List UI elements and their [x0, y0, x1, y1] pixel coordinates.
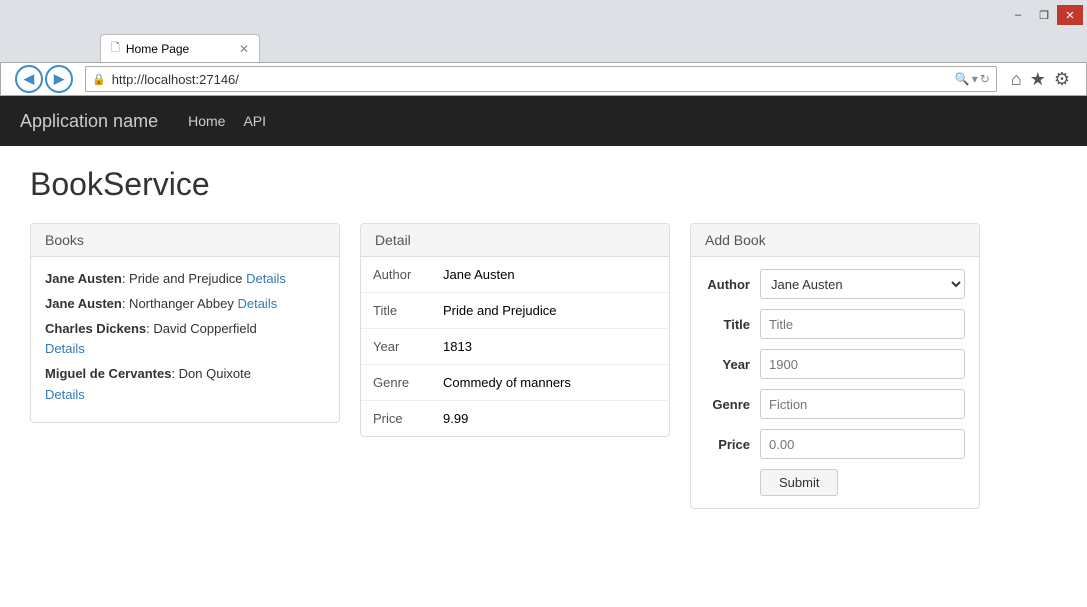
nav-buttons: ◀ ▶ — [9, 65, 79, 93]
book-details-link[interactable]: Details — [45, 387, 85, 402]
list-item: Jane Austen: Pride and Prejudice Details — [45, 269, 325, 290]
search-arrow-icon: ▾ — [972, 72, 978, 86]
book-author: Charles Dickens — [45, 321, 146, 336]
nav-api-link[interactable]: API — [243, 113, 266, 129]
year-row: Year — [705, 349, 965, 379]
url-box[interactable]: 🔒 http://localhost:27146/ 🔍 ▾ ↻ — [85, 66, 997, 92]
detail-value: Jane Austen — [431, 257, 669, 293]
detail-value: 9.99 — [431, 401, 669, 437]
minimize-button[interactable]: – — [1005, 5, 1031, 25]
url-text: http://localhost:27146/ — [112, 72, 949, 87]
close-button[interactable]: ✕ — [1057, 5, 1083, 25]
detail-label: Author — [361, 257, 431, 293]
detail-label: Title — [361, 293, 431, 329]
books-panel-body: Jane Austen: Pride and Prejudice Details… — [31, 257, 339, 422]
book-author: Miguel de Cervantes — [45, 366, 171, 381]
list-item: Miguel de Cervantes: Don Quixote Details — [45, 364, 325, 406]
detail-value: Commedy of manners — [431, 365, 669, 401]
detail-panel-header: Detail — [361, 224, 669, 257]
page-title: BookService — [30, 166, 1057, 203]
genre-row: Genre — [705, 389, 965, 419]
author-row: Author Jane Austen Charles Dickens Migue… — [705, 269, 965, 299]
genre-label: Genre — [705, 397, 760, 412]
book-author: Jane Austen — [45, 296, 122, 311]
table-row: Year 1813 — [361, 329, 669, 365]
refresh-icon[interactable]: ↻ — [980, 72, 990, 86]
table-row: Price 9.99 — [361, 401, 669, 437]
detail-value: 1813 — [431, 329, 669, 365]
home-icon[interactable]: ⌂ — [1011, 69, 1022, 90]
back-button[interactable]: ◀ — [15, 65, 43, 93]
url-actions: 🔍 ▾ ↻ — [955, 72, 990, 86]
detail-value: Pride and Prejudice — [431, 293, 669, 329]
book-details-link[interactable]: Details — [237, 296, 277, 311]
title-label: Title — [705, 317, 760, 332]
app-brand: Application name — [20, 111, 158, 132]
detail-panel: Detail Author Jane Austen Title Pride an… — [360, 223, 670, 437]
detail-panel-body: Author Jane Austen Title Pride and Preju… — [361, 257, 669, 436]
list-item: Charles Dickens: David Copperfield Detai… — [45, 319, 325, 361]
panels: Books Jane Austen: Pride and Prejudice D… — [30, 223, 1057, 509]
genre-input[interactable] — [760, 389, 965, 419]
page-content: BookService Books Jane Austen: Pride and… — [0, 146, 1087, 607]
url-lock-icon: 🔒 — [92, 73, 106, 86]
tab-label: Home Page — [126, 42, 189, 56]
app-nav: Application name Home API — [0, 96, 1087, 146]
price-input[interactable] — [760, 429, 965, 459]
tab-bar: 🗋 Home Page ✕ — [0, 30, 1087, 62]
author-select[interactable]: Jane Austen Charles Dickens Miguel de Ce… — [760, 269, 965, 299]
browser-tab[interactable]: 🗋 Home Page ✕ — [100, 34, 260, 62]
book-author: Jane Austen — [45, 271, 122, 286]
favorites-icon[interactable]: ★ — [1030, 69, 1046, 90]
toolbar-icons: ⌂ ★ ⚙ — [1003, 69, 1078, 90]
submit-button[interactable]: Submit — [760, 469, 838, 496]
nav-home-link[interactable]: Home — [188, 113, 225, 129]
title-row: Title — [705, 309, 965, 339]
title-bar: – ❐ ✕ — [0, 0, 1087, 30]
table-row: Genre Commedy of manners — [361, 365, 669, 401]
table-row: Author Jane Austen — [361, 257, 669, 293]
submit-row: Submit — [705, 469, 965, 496]
books-panel-header: Books — [31, 224, 339, 257]
tab-close-icon[interactable]: ✕ — [239, 42, 249, 56]
author-label: Author — [705, 277, 760, 292]
price-row: Price — [705, 429, 965, 459]
add-book-panel: Add Book Author Jane Austen Charles Dick… — [690, 223, 980, 509]
detail-label: Price — [361, 401, 431, 437]
book-details-link[interactable]: Details — [246, 271, 286, 286]
year-label: Year — [705, 357, 760, 372]
add-panel-body: Author Jane Austen Charles Dickens Migue… — [691, 257, 979, 508]
price-label: Price — [705, 437, 760, 452]
title-input[interactable] — [760, 309, 965, 339]
address-bar: ◀ ▶ 🔒 http://localhost:27146/ 🔍 ▾ ↻ ⌂ ★ … — [0, 62, 1087, 96]
forward-button[interactable]: ▶ — [45, 65, 73, 93]
detail-label: Year — [361, 329, 431, 365]
books-panel: Books Jane Austen: Pride and Prejudice D… — [30, 223, 340, 423]
add-panel-header: Add Book — [691, 224, 979, 257]
table-row: Title Pride and Prejudice — [361, 293, 669, 329]
settings-icon[interactable]: ⚙ — [1054, 69, 1070, 90]
year-input[interactable] — [760, 349, 965, 379]
restore-button[interactable]: ❐ — [1031, 5, 1057, 25]
list-item: Jane Austen: Northanger Abbey Details — [45, 294, 325, 315]
search-icon[interactable]: 🔍 — [955, 72, 970, 86]
detail-table: Author Jane Austen Title Pride and Preju… — [361, 257, 669, 436]
tab-page-icon: 🗋 — [111, 39, 120, 58]
detail-label: Genre — [361, 365, 431, 401]
book-details-link[interactable]: Details — [45, 341, 85, 356]
